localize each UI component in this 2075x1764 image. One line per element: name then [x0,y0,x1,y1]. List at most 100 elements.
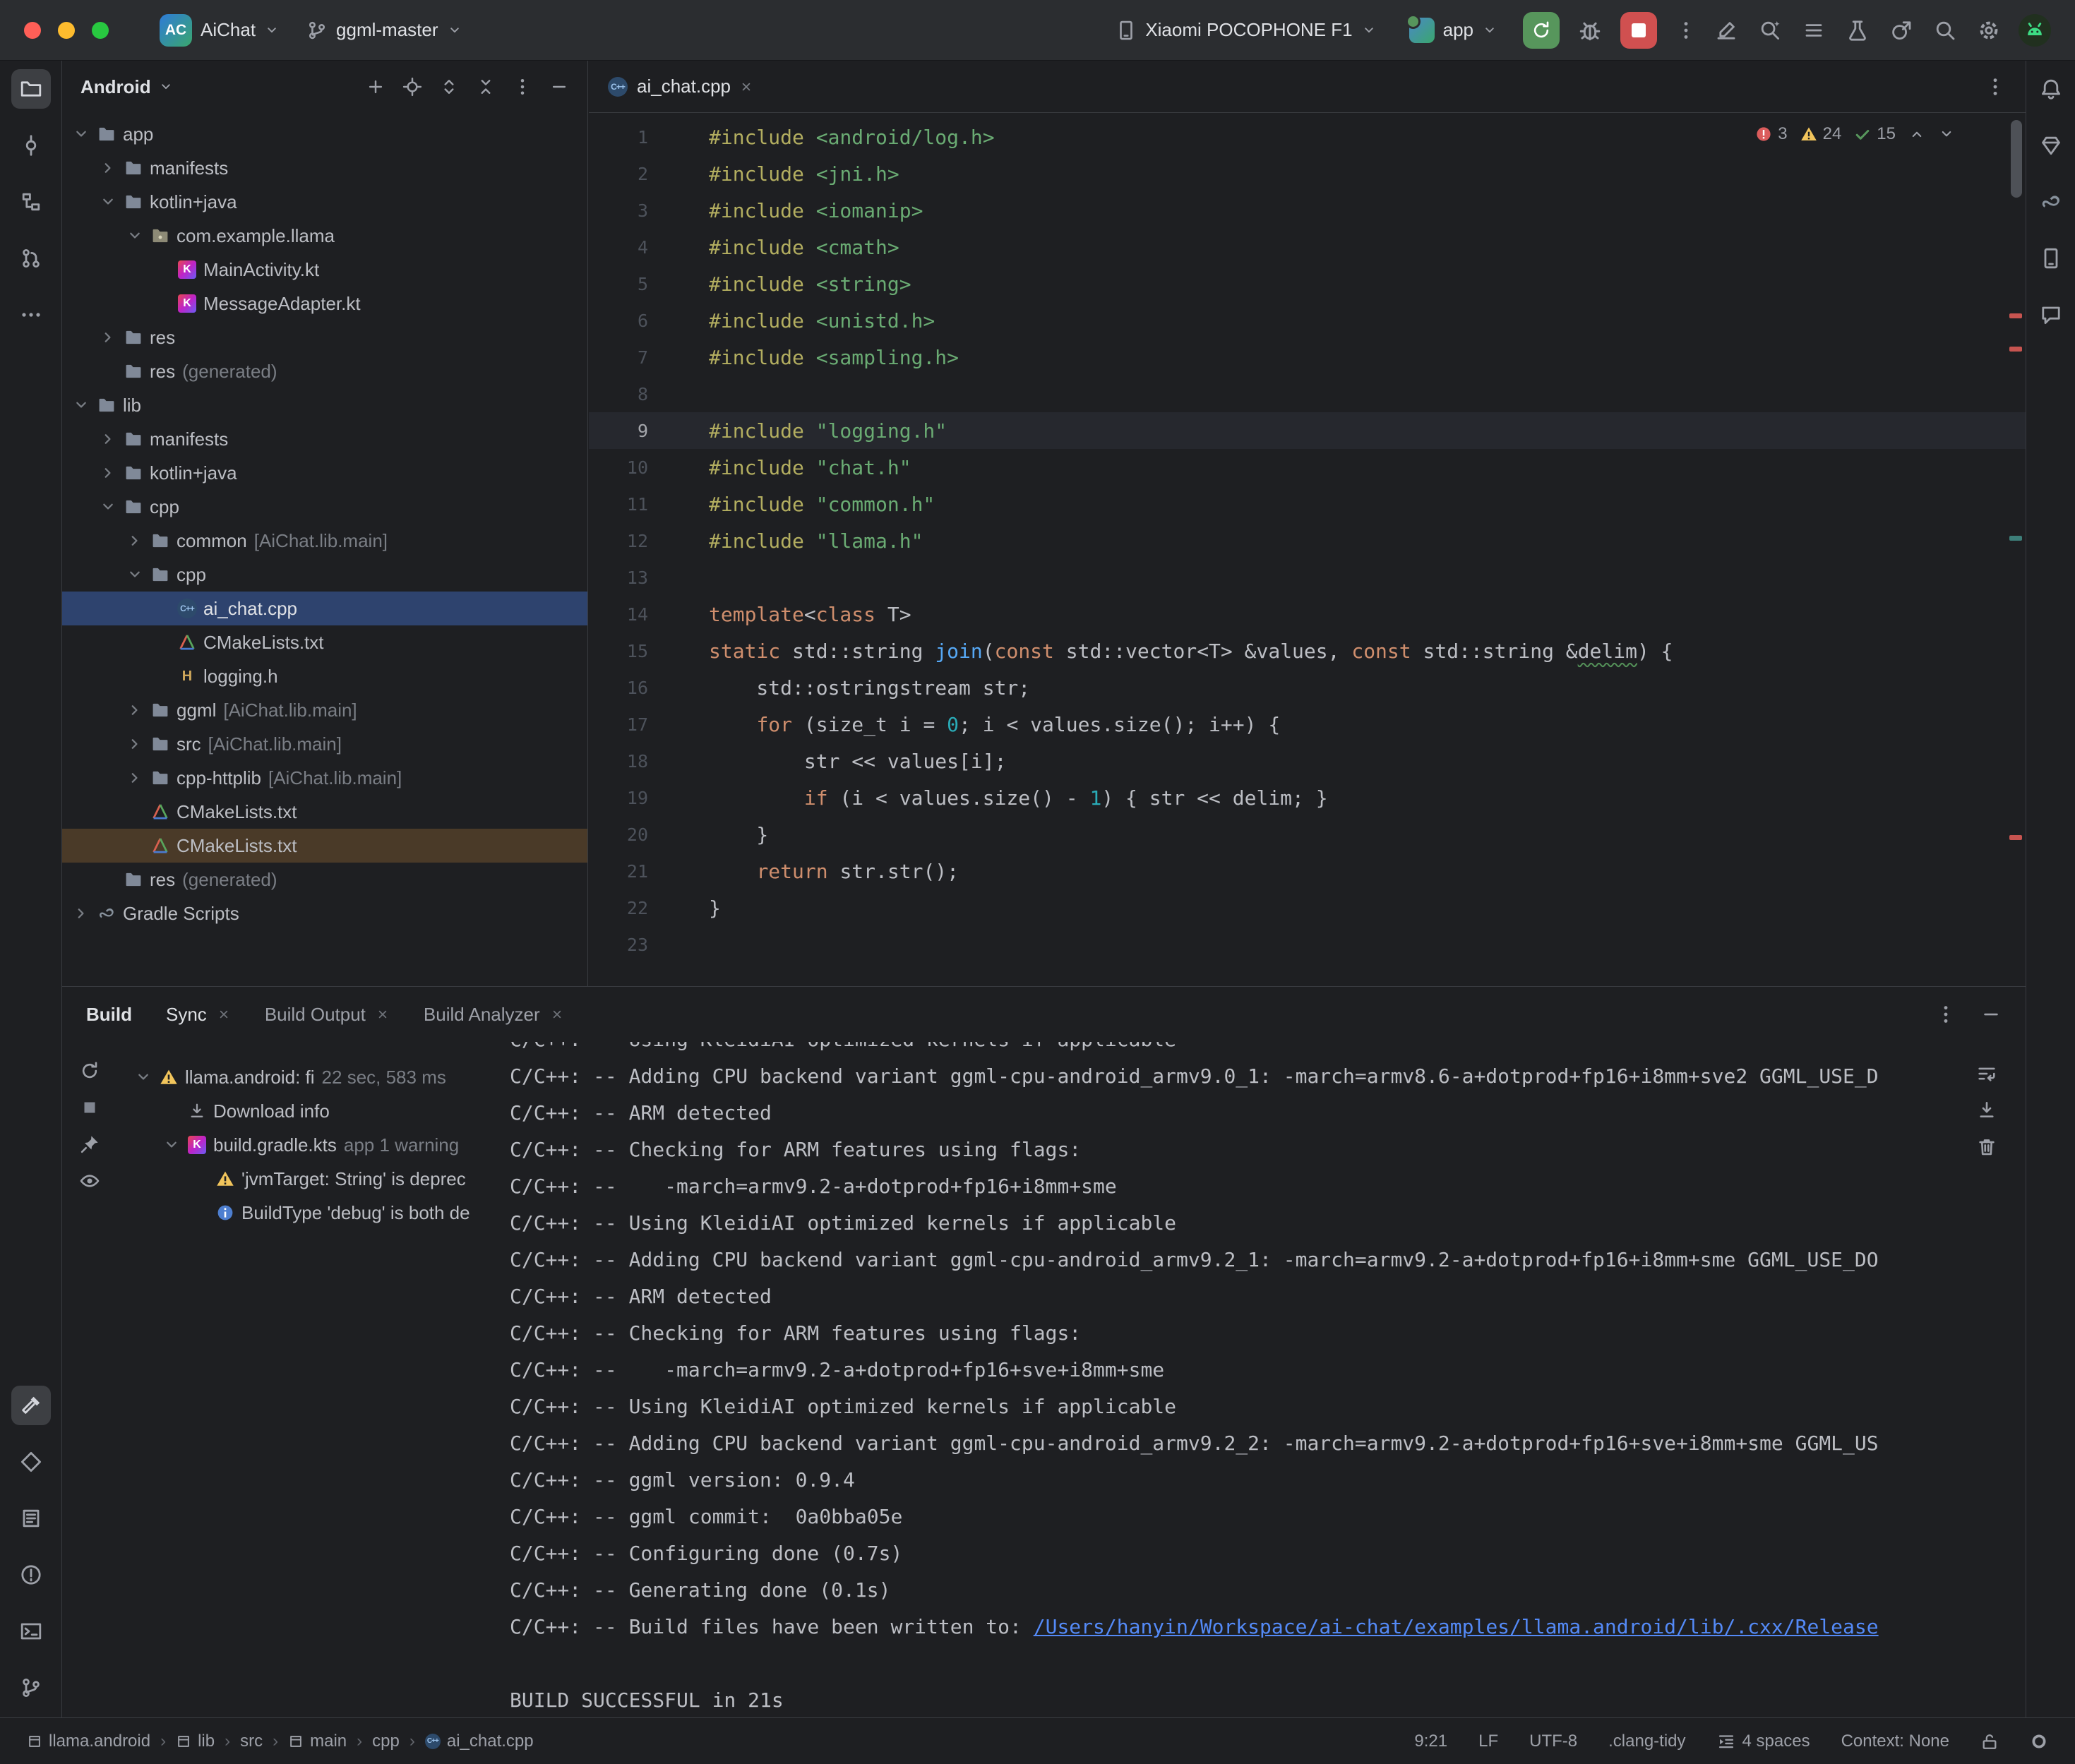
tool-problems-button[interactable] [11,1555,51,1595]
code-line-8[interactable]: 8 [589,376,2026,412]
project-tree-item-res[interactable]: res [62,320,587,354]
minus-icon[interactable] [549,77,569,97]
project-tree-item-cmakelists-txt[interactable]: CMakeLists.txt [62,625,587,659]
project-tree-item-ai-chat-cpp[interactable]: C++ai_chat.cpp [62,592,587,625]
tool-pull-requests-button[interactable] [11,239,51,278]
ai-search-icon[interactable] [1759,19,1781,42]
code-line-11[interactable]: 11#include "common.h" [589,486,2026,522]
tool-git-branch-button[interactable] [11,1668,51,1708]
console-link[interactable]: /Users/hanyin/Workspace/ai-chat/examples… [1034,1615,1879,1638]
pin-icon[interactable] [79,1134,100,1155]
collapse-all-icon[interactable] [476,77,496,97]
chevron-right-icon[interactable] [126,769,144,787]
chevron-down-icon[interactable] [126,227,144,245]
project-tree-item-ggml[interactable]: ggml[AiChat.lib.main] [62,693,587,727]
project-tree-item-lib[interactable]: lib [62,388,587,422]
tool-terminal-button[interactable] [11,1612,51,1651]
status-item-4-spaces[interactable]: 4 spaces [1717,1732,1810,1751]
breadcrumb-item-lib[interactable]: lib [176,1732,215,1751]
build-window-label[interactable]: Build [86,1004,132,1026]
code-line-7[interactable]: 7#include <sampling.h> [589,339,2026,376]
eye-icon[interactable] [79,1170,100,1192]
tool-commit-button[interactable] [11,126,51,165]
code-line-14[interactable]: 14template<class T> [589,596,2026,632]
chevron-down-icon[interactable] [72,396,90,414]
build-tree-item-build-gradle-kts[interactable]: Kbuild.gradle.ktsapp 1 warning [117,1128,498,1162]
project-tree-item-kotlin-java[interactable]: kotlin+java [62,185,587,219]
settings-icon[interactable] [1978,19,2000,42]
chevron-right-icon[interactable] [126,735,144,753]
error-stripe-mark[interactable] [2009,313,2022,318]
change-stripe-mark[interactable] [2009,536,2022,541]
code-line-6[interactable]: 6#include <unistd.h> [589,302,2026,339]
breadcrumb-item-ai-chat-cpp[interactable]: C++ai_chat.cpp [425,1732,534,1751]
editor-tab-ai-chat-cpp[interactable]: C++ ai_chat.cpp [589,61,772,112]
rename-icon[interactable] [1715,19,1738,42]
build-tree-item-jvmtarget-string-is-deprec[interactable]: 'jvmTarget: String' is deprec [117,1162,498,1196]
build-tree-item-buildtype-debug-is-both-de[interactable]: BuildType 'debug' is both de [117,1196,498,1230]
project-tree-item-kotlin-java[interactable]: kotlin+java [62,456,587,490]
tool-assistant-chat-button[interactable] [2031,295,2071,335]
code-line-12[interactable]: 12#include "llama.h" [589,522,2026,559]
code-line-10[interactable]: 10#include "chat.h" [589,449,2026,486]
chevron-right-icon[interactable] [99,464,117,482]
profile-avatar[interactable] [2019,14,2051,47]
inspections-widget[interactable]: 3 24 15 [1755,124,1955,144]
code-line-9[interactable]: 9#include "logging.h" [589,412,2026,449]
beaker-icon[interactable] [1846,19,1869,42]
code-line-15[interactable]: 15static std::string join(const std::vec… [589,632,2026,669]
code-line-22[interactable]: 22} [589,889,2026,926]
project-tree-item-common[interactable]: common[AiChat.lib.main] [62,524,587,558]
minus-icon[interactable] [1980,1004,2002,1025]
breadcrumb-item-llama-android[interactable]: llama.android [27,1732,150,1751]
chevron-down-icon[interactable] [72,125,90,143]
build-tab-build-output[interactable]: Build Output [265,1004,390,1026]
scrollbar-thumb[interactable] [2011,120,2022,198]
project-tree-item-cpp[interactable]: cpp [62,558,587,592]
kebab-icon[interactable] [1985,76,2006,97]
search-icon[interactable] [1934,19,1956,42]
zoom-button[interactable] [92,22,109,39]
chevron-right-icon[interactable] [99,159,117,177]
chevron-right-icon[interactable] [72,904,90,923]
project-tree-item-logging-h[interactable]: Hlogging.h [62,659,587,693]
chevron-down-icon[interactable] [134,1068,153,1086]
chevron-down-icon[interactable] [126,565,144,584]
project-tree-item-manifests[interactable]: manifests [62,151,587,185]
run-button[interactable] [1523,12,1560,49]
code-line-3[interactable]: 3#include <iomanip> [589,192,2026,229]
scroll-end-icon[interactable] [1976,1100,1997,1121]
code-line-13[interactable]: 13 [589,559,2026,596]
debug-icon[interactable] [1578,18,1602,42]
tool-logcat-button[interactable] [11,1499,51,1538]
project-widget[interactable]: AC AiChat [153,8,287,52]
tool-more-h-button[interactable] [11,295,51,335]
project-tree-item-src[interactable]: src[AiChat.lib.main] [62,727,587,761]
project-view-title[interactable]: Android [80,76,151,98]
close-button[interactable] [24,22,41,39]
error-summary[interactable]: 3 [1755,124,1787,144]
error-stripe-mark[interactable] [2009,347,2022,352]
project-tree-item-cmakelists-txt[interactable]: CMakeLists.txt [62,795,587,829]
tool-gradle-button[interactable] [2031,182,2071,222]
code-line-21[interactable]: 21 return str.str(); [589,853,2026,889]
code-area[interactable]: 1#include <android/log.h>2#include <jni.… [589,113,2026,986]
chevron-down-icon[interactable] [99,193,117,211]
soft-wrap-icon[interactable] [1976,1063,1997,1084]
code-line-17[interactable]: 17 for (size_t i = 0; i < values.size();… [589,706,2026,743]
chevron-right-icon[interactable] [99,328,117,347]
close-icon[interactable] [217,1007,231,1021]
tool-gem-button[interactable] [2031,126,2071,165]
tool-build-tool-button[interactable] [11,1386,51,1425]
status-item-context-none[interactable]: Context: None [1841,1732,1949,1751]
status-item-clang-tidy[interactable]: .clang-tidy [1608,1732,1685,1751]
trash-icon[interactable] [1976,1136,1997,1158]
project-tree-item-cpp[interactable]: cpp [62,490,587,524]
tool-bell-button[interactable] [2031,69,2071,109]
device-selector[interactable]: Xiaomi POCOPHONE F1 [1108,13,1383,47]
tool-project-folder-button[interactable] [11,69,51,109]
kebab-icon[interactable] [1935,1004,1956,1025]
project-tree-item-res[interactable]: res(generated) [62,863,587,896]
editor-scrollbar[interactable] [2004,113,2026,986]
chevron-down-icon[interactable] [158,79,174,95]
